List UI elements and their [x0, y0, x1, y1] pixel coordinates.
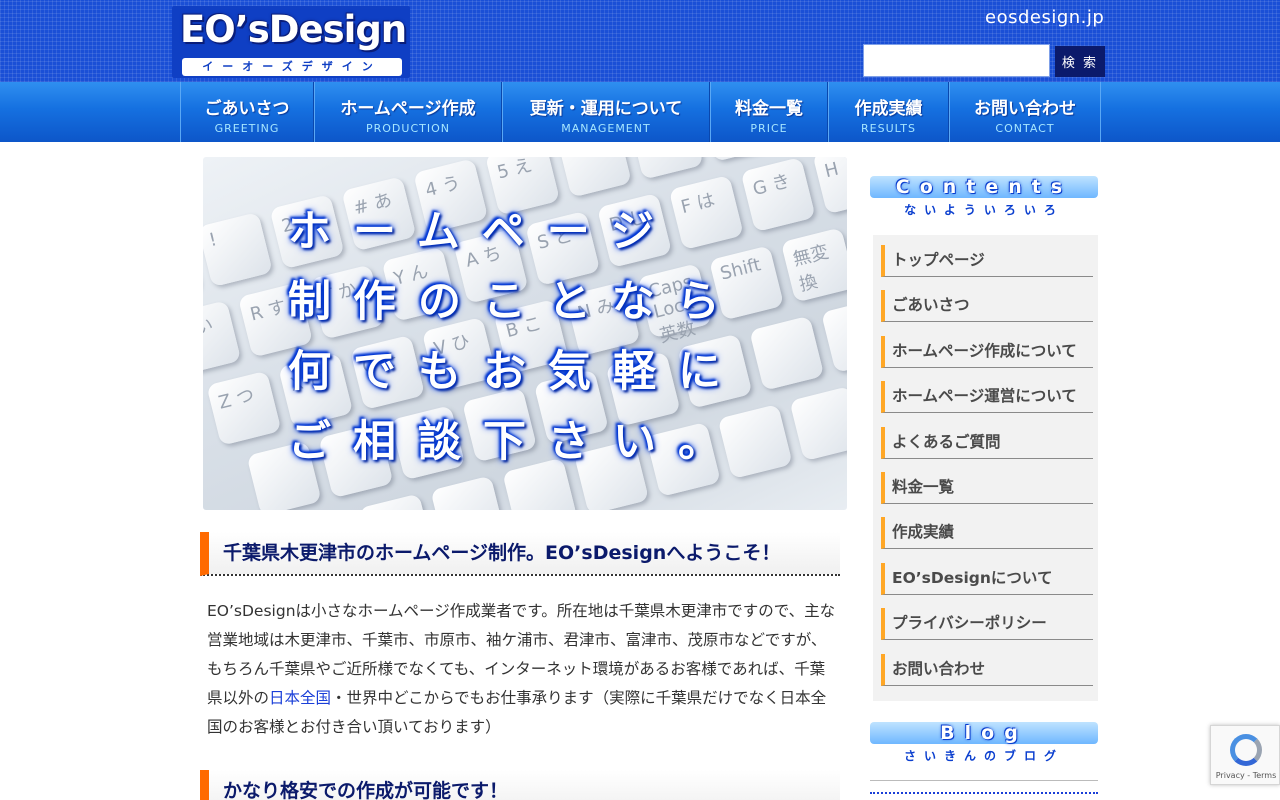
nav-sublabel: GREETING	[214, 122, 280, 135]
site-logo[interactable]: EO’sDesign イーオーズデザイン	[172, 6, 410, 78]
cheap-heading: かなり格安での作成が可能です！	[200, 770, 840, 800]
nav-label: 更新・運用について	[529, 99, 683, 119]
hero-line: ご相談下さい。	[288, 417, 743, 467]
nav-results[interactable]: 作成実績 RESULTS	[828, 82, 949, 142]
nav-production[interactable]: ホームページ作成 PRODUCTION	[314, 82, 502, 142]
keyboard-key	[789, 385, 847, 462]
hero-line: 何でもお気軽に	[288, 347, 743, 397]
sidebar-item-about[interactable]: EO’sDesignについて	[881, 563, 1093, 595]
nav-sublabel: MANAGEMENT	[561, 122, 651, 135]
blog-title-en: Blog	[870, 722, 1098, 744]
nav-sublabel: CONTACT	[995, 122, 1055, 135]
sidebar-item-faq[interactable]: よくあるご質問	[881, 427, 1093, 459]
nav-sublabel: PRODUCTION	[366, 122, 450, 135]
hero-line: 制作のことなら	[288, 277, 742, 327]
nav-management[interactable]: 更新・運用について MANAGEMENT	[502, 82, 710, 142]
keyboard-key: Z つ	[206, 370, 282, 446]
recaptcha-icon	[1230, 734, 1262, 766]
hero-text: ホームページ 制作のことなら 何でもお気軽に ご相談下さい。	[288, 197, 768, 477]
intro-paragraph: EO’sDesignは小さなホームページ作成業者です。所在地は千葉県木更津市です…	[207, 597, 837, 742]
welcome-heading: 千葉県木更津市のホームページ制作。EO’sDesignへようこそ！	[200, 532, 840, 576]
sidebar-item-management[interactable]: ホームページ運営について	[881, 381, 1093, 413]
sidebar-item-top[interactable]: トップページ	[881, 245, 1093, 277]
sidebar-item-greeting[interactable]: ごあいさつ	[881, 290, 1093, 322]
nav-sublabel: RESULTS	[861, 122, 916, 135]
blog-title-jp: さいきんのブログ	[903, 749, 1064, 763]
contents-title: Contents ないよういろいろ	[870, 176, 1098, 218]
hero-line: ホームページ	[288, 207, 676, 257]
recaptcha-text: Privacy - Terms	[1215, 771, 1277, 780]
keyboard-key: Q た	[700, 157, 776, 162]
japan-link[interactable]: 日本全国	[269, 689, 331, 707]
keyboard-key: 無変換	[780, 227, 847, 303]
keyboard-key: ー	[628, 157, 704, 180]
keyboard-key: E い	[203, 300, 242, 376]
nav-contact[interactable]: お問い合わせ CONTACT	[949, 82, 1101, 142]
sidebar-menu: トップページ ごあいさつ ホームページ作成について ホームページ運営について よ…	[873, 235, 1098, 701]
cheap-heading-text: かなり格安での作成が可能です！	[223, 780, 509, 800]
hero-banner: 1 ぬ! 2 ふ# あ4 う5 え% ーQ たW てE いR すT かY んA …	[203, 157, 847, 510]
nav-label: 作成実績	[854, 99, 923, 119]
keyboard-key: %	[556, 157, 632, 198]
nav-sublabel: PRICE	[750, 122, 788, 135]
sidebar-item-price[interactable]: 料金一覧	[881, 472, 1093, 504]
welcome-heading-text: 千葉県木更津市のホームページ制作。EO’sDesignへようこそ！	[223, 542, 781, 564]
logo-text: EO’sDesign	[180, 8, 407, 51]
nav-label: ホームページ作成	[340, 99, 476, 119]
global-nav: ごあいさつ GREETING ホームページ作成 PRODUCTION 更新・運用…	[0, 82, 1280, 142]
logo-subtitle: イーオーズデザイン	[182, 58, 402, 76]
domain-label: eosdesign.jp	[985, 7, 1105, 28]
keyboard-key: H く	[812, 157, 847, 215]
sidebar-dotted-divider	[870, 792, 1098, 794]
keyboard-key	[820, 297, 847, 373]
search-input[interactable]	[863, 44, 1050, 77]
site-header: EO’sDesign イーオーズデザイン eosdesign.jp 検 索	[0, 0, 1280, 82]
nav-label: お問い合わせ	[974, 99, 1076, 119]
keyboard-key: !	[203, 211, 273, 288]
search-button[interactable]: 検 索	[1055, 46, 1105, 77]
contents-title-en: Contents	[870, 176, 1098, 198]
sidebar-item-production[interactable]: ホームページ作成について	[881, 336, 1093, 368]
recaptcha-badge[interactable]: Privacy - Terms	[1210, 725, 1280, 785]
nav-greeting[interactable]: ごあいさつ GREETING	[180, 82, 314, 142]
sidebar-divider	[870, 780, 1098, 781]
keyboard-key	[430, 475, 506, 510]
nav-label: ごあいさつ	[204, 99, 290, 119]
contents-title-jp: ないよういろいろ	[904, 203, 1064, 217]
keyboard-key	[358, 493, 434, 510]
nav-label: 料金一覧	[735, 99, 803, 119]
blog-title: Blog さいきんのブログ	[870, 722, 1098, 764]
sidebar-item-contact[interactable]: お問い合わせ	[881, 654, 1093, 686]
sidebar-item-privacy[interactable]: プライバシーポリシー	[881, 608, 1093, 640]
sidebar-item-results[interactable]: 作成実績	[881, 517, 1093, 549]
nav-price[interactable]: 料金一覧 PRICE	[710, 82, 828, 142]
